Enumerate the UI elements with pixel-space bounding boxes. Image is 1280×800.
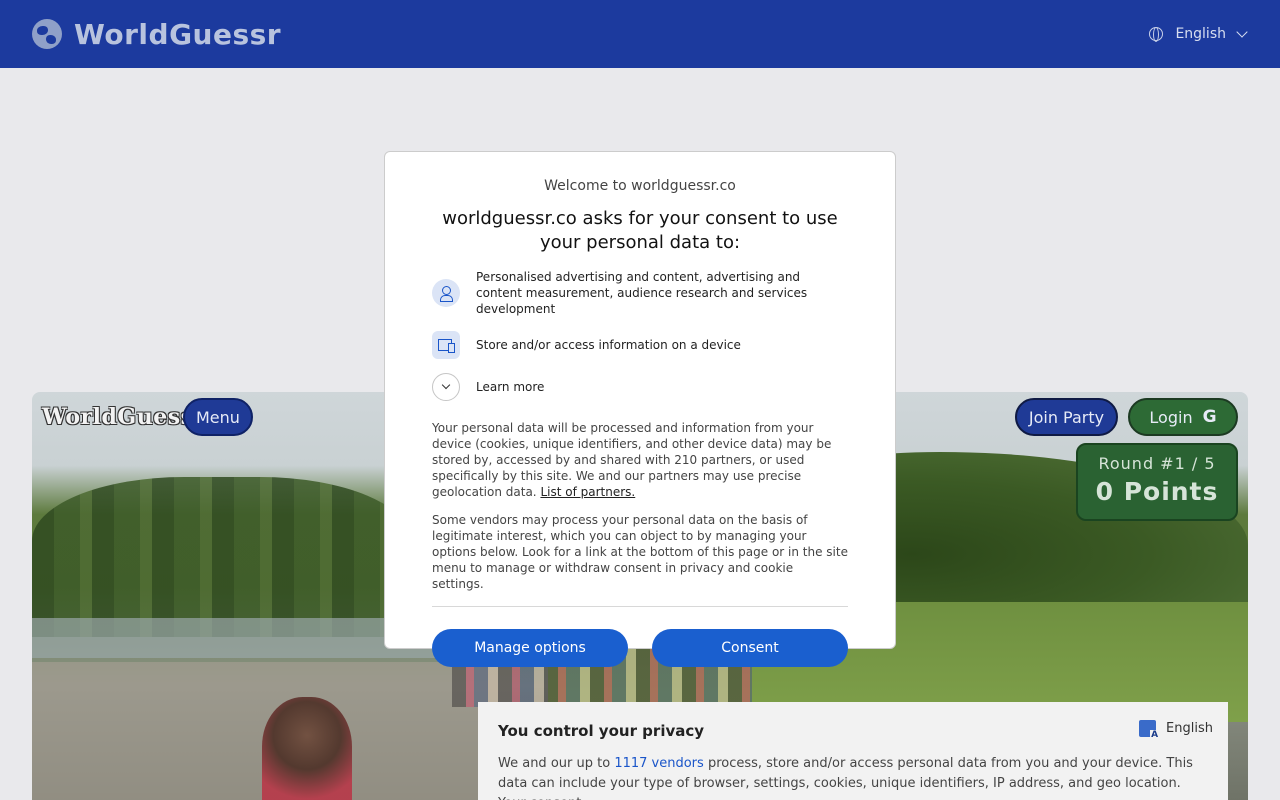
translate-icon <box>1139 720 1160 740</box>
chevron-down-icon[interactable] <box>432 373 460 401</box>
login-button[interactable]: Login G <box>1128 398 1238 436</box>
score-panel: Round #1 / 5 0 Points <box>1076 443 1238 521</box>
points-counter: 0 Points <box>1095 477 1219 506</box>
privacy-text-before: We and our up to <box>498 756 611 771</box>
device-icon <box>432 331 460 359</box>
login-label: Login <box>1149 407 1193 427</box>
consent-buttons: Manage options Consent <box>432 629 848 667</box>
consent-welcome: Welcome to worldguessr.co <box>544 178 736 194</box>
purpose-text: Personalised advertising and content, ad… <box>476 270 808 316</box>
brand-title: WorldGuessr <box>74 17 282 51</box>
purpose-item: Personalised advertising and content, ad… <box>432 269 848 317</box>
consent-paragraph-2: Some vendors may process your personal d… <box>432 513 848 591</box>
globe-icon <box>1149 27 1164 42</box>
privacy-title: You control your privacy <box>498 722 705 740</box>
consent-paragraph-1: Your personal data will be processed and… <box>432 420 848 500</box>
language-label: English <box>1175 26 1226 42</box>
vendors-link[interactable]: 1117 vendors <box>614 756 703 771</box>
privacy-panel: You control your privacy English We and … <box>478 702 1228 800</box>
purpose-text: Store and/or access information on a dev… <box>476 338 741 352</box>
top-navbar: WorldGuessr English <box>0 0 1280 68</box>
privacy-language-selector[interactable]: English <box>1139 720 1213 740</box>
scenery-trees-left <box>32 477 412 637</box>
privacy-language-label: English <box>1166 721 1213 736</box>
privacy-text: We and our up to 1117 vendors process, s… <box>498 754 1208 800</box>
learn-more-label[interactable]: Learn more <box>476 379 544 395</box>
manage-options-button[interactable]: Manage options <box>432 629 628 667</box>
chevron-down-icon <box>1236 26 1248 38</box>
consent-dialog: Welcome to worldguessr.co worldguessr.co… <box>384 151 896 667</box>
language-selector[interactable]: English <box>1149 26 1248 42</box>
learn-more-toggle[interactable]: Learn more <box>432 373 848 401</box>
scenery-person <box>262 697 352 800</box>
consent-button[interactable]: Consent <box>652 629 848 667</box>
divider <box>432 606 848 607</box>
purpose-item: Store and/or access information on a dev… <box>432 331 848 359</box>
consent-heading: worldguessr.co asks for your consent to … <box>442 208 838 253</box>
brand[interactable]: WorldGuessr <box>32 18 281 51</box>
round-counter: Round #1 / 5 <box>1098 454 1216 473</box>
globe-logo-icon <box>32 19 62 49</box>
person-icon <box>432 279 460 307</box>
menu-button[interactable]: Menu <box>183 398 253 436</box>
join-party-button[interactable]: Join Party <box>1015 398 1118 436</box>
partners-link[interactable]: List of partners. <box>540 485 635 499</box>
game-logo: WorldGuessr <box>42 404 206 430</box>
google-icon: G <box>1202 407 1217 427</box>
